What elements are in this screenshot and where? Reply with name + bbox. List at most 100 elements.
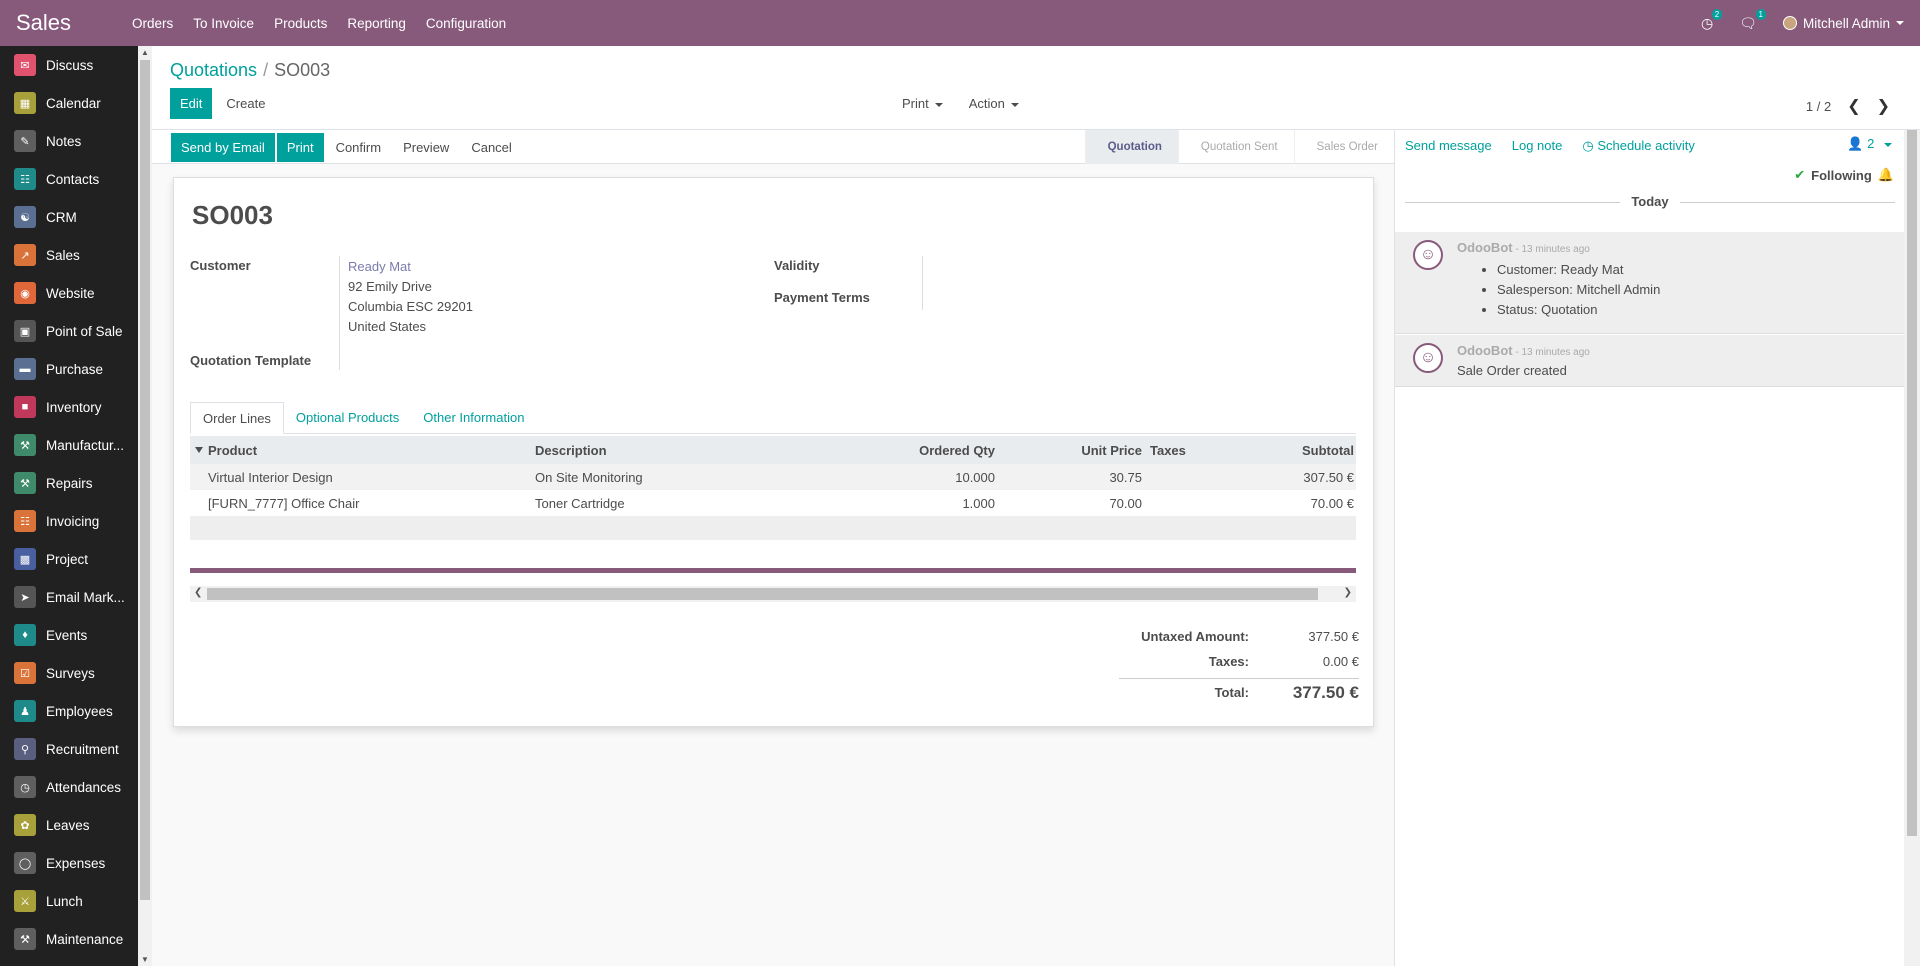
tab-optional-products[interactable]: Optional Products bbox=[284, 402, 411, 433]
sidebar-item-sales[interactable]: ↗ Sales bbox=[0, 236, 138, 274]
send-by-email-button[interactable]: Send by Email bbox=[171, 133, 275, 162]
header-description[interactable]: Description bbox=[535, 443, 785, 458]
sidebar-item-discuss[interactable]: ✉ Discuss bbox=[0, 46, 138, 84]
menu-products[interactable]: Products bbox=[264, 16, 337, 31]
scroll-up-icon[interactable]: ▲ bbox=[141, 48, 149, 57]
ticket-icon: ♦ bbox=[14, 624, 36, 646]
bell-icon[interactable]: 🔔 bbox=[1878, 167, 1894, 183]
sidebar-item-inventory[interactable]: ■ Inventory bbox=[0, 388, 138, 426]
table-horizontal-scrollbar[interactable]: ❮ ❯ bbox=[190, 586, 1356, 602]
edit-button[interactable]: Edit bbox=[170, 88, 213, 119]
sidebar-item-website[interactable]: ◉ Website bbox=[0, 274, 138, 312]
sidebar-item-employees[interactable]: ♟ Employees bbox=[0, 692, 138, 730]
confirm-button[interactable]: Confirm bbox=[326, 133, 392, 162]
sidebar-item-label: Calendar bbox=[46, 95, 101, 111]
sidebar-item-contacts[interactable]: ☷ Contacts bbox=[0, 160, 138, 198]
menu-reporting[interactable]: Reporting bbox=[337, 16, 416, 31]
stage-quotation[interactable]: Quotation bbox=[1084, 130, 1178, 164]
contacts-icon: ☷ bbox=[14, 168, 36, 190]
table-header: Product Description Ordered Qty Unit Pri… bbox=[190, 436, 1356, 464]
scroll-down-icon[interactable]: ▼ bbox=[141, 955, 149, 964]
header-unit-price[interactable]: Unit Price bbox=[995, 443, 1142, 458]
preview-button[interactable]: Preview bbox=[393, 133, 459, 162]
sidebar-item-email-mark[interactable]: ➤ Email Mark... bbox=[0, 578, 138, 616]
followers-button[interactable]: 👤 2 bbox=[1847, 136, 1892, 152]
page-scrollbar[interactable] bbox=[1904, 130, 1920, 966]
schedule-activity-button[interactable]: ◷ Schedule activity bbox=[1582, 138, 1695, 154]
scrollbar-thumb[interactable] bbox=[207, 588, 1318, 600]
sidebar-item-project[interactable]: ▩ Project bbox=[0, 540, 138, 578]
user-menu[interactable]: Mitchell Admin bbox=[1782, 16, 1904, 31]
messages-button[interactable]: 🗨 1 bbox=[1739, 8, 1766, 32]
sidebar-item-lunch[interactable]: ⚔ Lunch bbox=[0, 882, 138, 920]
create-button[interactable]: Create bbox=[216, 88, 275, 119]
menu-configuration[interactable]: Configuration bbox=[416, 16, 516, 31]
breadcrumb-current: SO003 bbox=[274, 60, 331, 80]
sidebar-item-manufactur[interactable]: ⚒ Manufactur... bbox=[0, 426, 138, 464]
scrollbar-thumb[interactable] bbox=[1907, 130, 1917, 836]
breadcrumb-quotations[interactable]: Quotations bbox=[170, 60, 257, 80]
print-button[interactable]: Print bbox=[276, 133, 324, 162]
send-message-button[interactable]: Send message bbox=[1405, 138, 1492, 154]
header-product[interactable]: Product bbox=[190, 443, 535, 458]
sidebar-item-label: Maintenance bbox=[46, 931, 124, 947]
sidebar-item-calendar[interactable]: ▦ Calendar bbox=[0, 84, 138, 122]
sidebar-item-attendances[interactable]: ◷ Attendances bbox=[0, 768, 138, 806]
following-button[interactable]: ✔ Following 🔔 bbox=[1794, 167, 1894, 183]
sidebar-item-leaves[interactable]: ✿ Leaves bbox=[0, 806, 138, 844]
sidebar-item-surveys[interactable]: ☑ Surveys bbox=[0, 654, 138, 692]
action-dropdown[interactable]: Action bbox=[969, 96, 1019, 111]
table-row[interactable]: Virtual Interior Design On Site Monitori… bbox=[190, 464, 1356, 490]
cell-product: [FURN_7777] Office Chair bbox=[208, 495, 360, 511]
app-title[interactable]: Sales bbox=[0, 10, 120, 36]
users-icon: ♟ bbox=[14, 700, 36, 722]
pager-value[interactable]: 1 / 2 bbox=[1806, 99, 1831, 114]
cancel-button[interactable]: Cancel bbox=[461, 133, 521, 162]
sidebar-item-recruitment[interactable]: ⚲ Recruitment bbox=[0, 730, 138, 768]
chevron-right-icon[interactable]: ❯ bbox=[1877, 96, 1890, 116]
main-menu: Orders To Invoice Products Reporting Con… bbox=[122, 16, 516, 31]
menu-to-invoice[interactable]: To Invoice bbox=[183, 16, 264, 31]
order-totals: Untaxed Amount: 377.50 € Taxes: 0.00 € T… bbox=[1119, 624, 1359, 706]
scroll-right-icon[interactable]: ❯ bbox=[1344, 587, 1352, 598]
header-subtotal[interactable]: Subtotal bbox=[1222, 443, 1356, 458]
sidebar-item-purchase[interactable]: ▬ Purchase bbox=[0, 350, 138, 388]
sidebar-item-maintenance[interactable]: ⚒ Maintenance bbox=[0, 920, 138, 958]
scroll-left-icon[interactable]: ❮ bbox=[194, 587, 202, 598]
menu-orders[interactable]: Orders bbox=[122, 16, 183, 31]
header-ordered-qty[interactable]: Ordered Qty bbox=[785, 443, 995, 458]
hammer-icon: ⚒ bbox=[14, 928, 36, 950]
pager: 1 / 2 ❮ ❯ bbox=[1806, 96, 1890, 116]
sidebar-item-expenses[interactable]: ◯ Expenses bbox=[0, 844, 138, 882]
avatar bbox=[1782, 16, 1797, 30]
total-value: 377.50 € bbox=[1292, 682, 1359, 702]
sidebar-item-repairs[interactable]: ⚒ Repairs bbox=[0, 464, 138, 502]
form-view: Send by Email Print Confirm Preview Canc… bbox=[152, 130, 1394, 966]
customer-link[interactable]: Ready Mat bbox=[348, 257, 473, 277]
stage-quotation-sent[interactable]: Quotation Sent bbox=[1177, 130, 1294, 164]
chevron-left-icon[interactable]: ❮ bbox=[1847, 96, 1860, 116]
sort-desc-icon[interactable] bbox=[195, 447, 203, 453]
payment-terms-label: Payment Terms bbox=[774, 290, 870, 305]
activity-button[interactable]: ◷ 2 bbox=[1700, 8, 1723, 32]
sidebar-item-label: Recruitment bbox=[46, 741, 119, 757]
message-author-name[interactable]: OdooBot bbox=[1457, 343, 1513, 358]
header-taxes[interactable]: Taxes bbox=[1142, 443, 1222, 458]
sidebar-item-point-of-sale[interactable]: ▣ Point of Sale bbox=[0, 312, 138, 350]
sidebar-scrollbar[interactable]: ▲ ▼ bbox=[138, 46, 152, 966]
scrollbar-thumb[interactable] bbox=[140, 60, 150, 900]
tab-order-lines[interactable]: Order Lines bbox=[190, 402, 284, 434]
chart-icon: ↗ bbox=[14, 244, 36, 266]
sidebar-item-events[interactable]: ♦ Events bbox=[0, 616, 138, 654]
print-dropdown[interactable]: Print bbox=[902, 96, 943, 111]
clock-icon: ◷ bbox=[1700, 14, 1714, 31]
sidebar-item-notes[interactable]: ✎ Notes bbox=[0, 122, 138, 160]
message-author-name[interactable]: OdooBot bbox=[1457, 240, 1513, 255]
sidebar-item-crm[interactable]: ☯ CRM bbox=[0, 198, 138, 236]
sidebar-item-invoicing[interactable]: ☷ Invoicing bbox=[0, 502, 138, 540]
chatter-message: ☺ OdooBot - 13 minutes ago Customer: Rea… bbox=[1395, 232, 1905, 334]
log-note-button[interactable]: Log note bbox=[1512, 138, 1563, 154]
table-row[interactable]: [FURN_7777] Office Chair Toner Cartridge… bbox=[190, 490, 1356, 516]
tab-other-information[interactable]: Other Information bbox=[411, 402, 536, 433]
stage-sales-order[interactable]: Sales Order bbox=[1293, 130, 1394, 164]
